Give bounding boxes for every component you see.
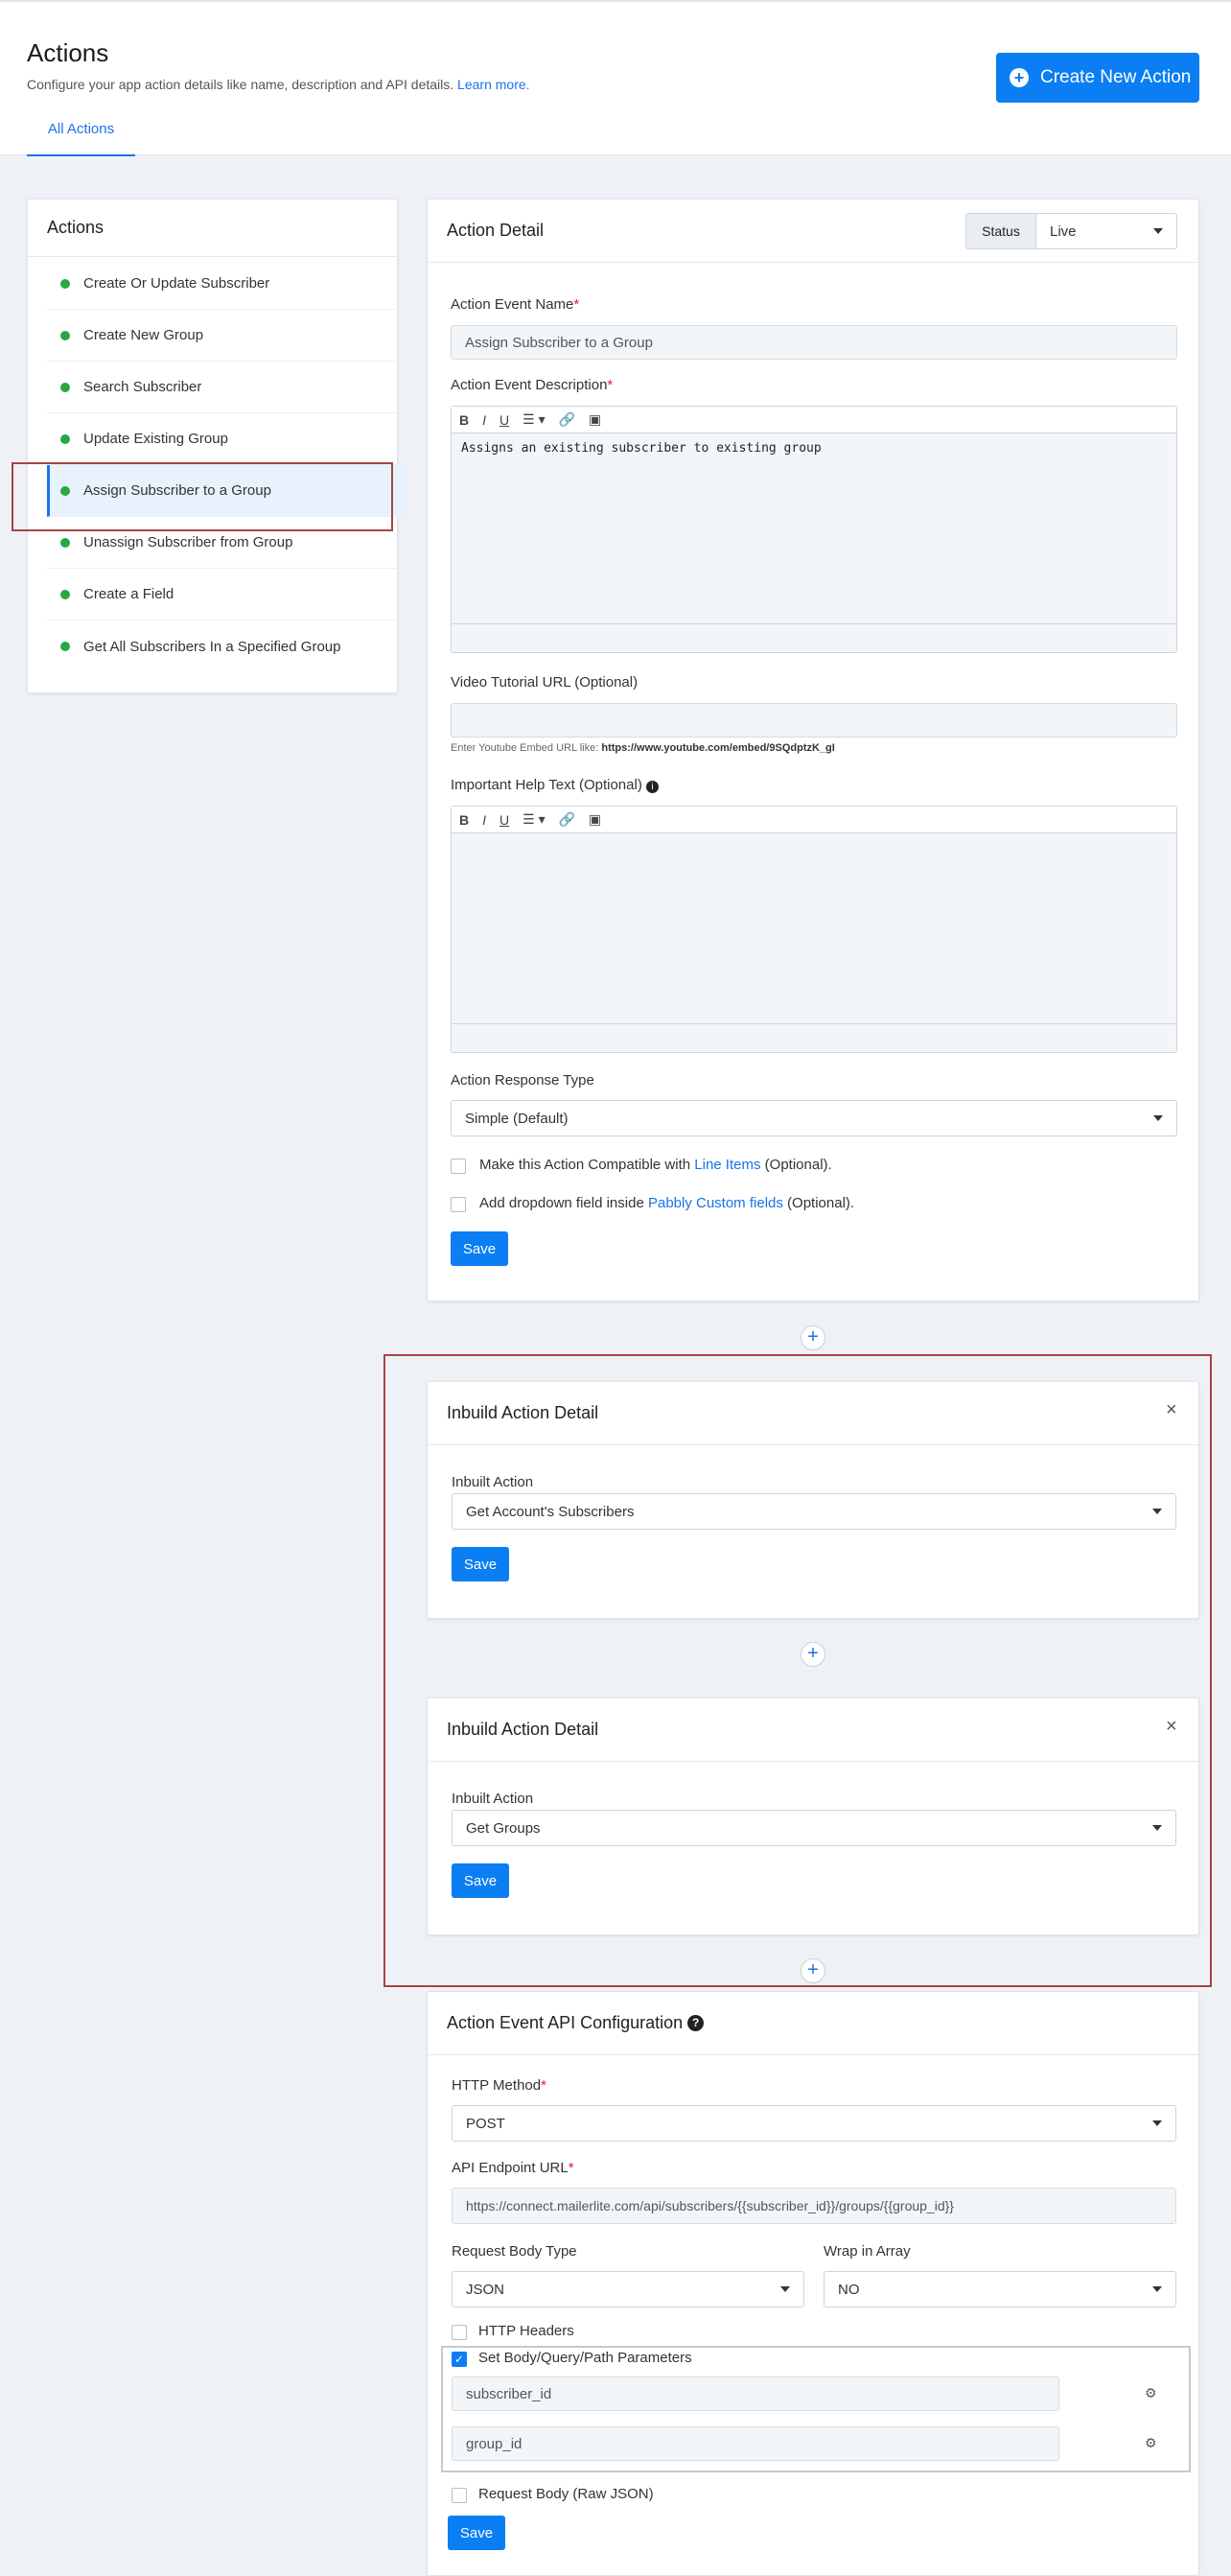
body-type-label: Request Body Type <box>452 2243 577 2260</box>
tab-all-actions[interactable]: All Actions <box>27 119 135 156</box>
status-select[interactable]: Live <box>1035 213 1177 249</box>
learn-more-link[interactable]: Learn more. <box>457 77 529 92</box>
plus-circle-icon: + <box>1010 68 1029 87</box>
highlight-box <box>383 1354 1212 1987</box>
sidebar-item[interactable]: Update Existing Group <box>47 413 406 465</box>
page-title: Actions <box>27 38 109 67</box>
image-icon[interactable]: ▣ <box>589 411 601 428</box>
endpoint-label: API Endpoint URL* <box>452 2160 574 2176</box>
video-url-label: Video Tutorial URL (Optional) <box>451 674 639 691</box>
image-icon[interactable]: ▣ <box>589 811 601 828</box>
status-dot-icon <box>60 433 70 444</box>
sidebar-item[interactable]: Create Or Update Subscriber <box>47 258 406 310</box>
list-icon[interactable]: ☰ ▾ <box>523 411 545 428</box>
save-button[interactable]: Save <box>451 1231 508 1266</box>
event-desc-label: Action Event Description* <box>451 377 614 393</box>
line-items-checkbox[interactable] <box>451 1159 466 1174</box>
editor-toolbar: B I U ☰ ▾ 🔗 ▣ <box>452 407 1176 433</box>
sidebar-item[interactable]: Create a Field <box>47 569 406 621</box>
chevron-down-icon <box>1152 2286 1162 2292</box>
highlight-box <box>12 462 393 531</box>
sidebar-item[interactable]: Get All Subscribers In a Specified Group <box>47 621 406 672</box>
http-headers-text: HTTP Headers <box>478 2323 574 2339</box>
help-text-label: Important Help Text (Optional) i <box>451 777 659 793</box>
endpoint-input[interactable]: https://connect.mailerlite.com/api/subsc… <box>452 2188 1176 2224</box>
event-desc-text[interactable]: Assigns an existing subscriber to existi… <box>452 433 1176 463</box>
underline-icon[interactable]: U <box>499 812 509 828</box>
event-name-label: Action Event Name* <box>451 296 580 313</box>
chevron-down-icon <box>1152 2120 1162 2126</box>
api-config-title: Action Event API Configuration ? <box>428 1992 1198 2055</box>
event-name-input[interactable]: Assign Subscriber to a Group <box>451 325 1177 360</box>
info-icon: i <box>645 781 659 793</box>
http-method-label: HTTP Method* <box>452 2077 546 2094</box>
raw-json-text: Request Body (Raw JSON) <box>478 2486 654 2502</box>
status-dot-icon <box>60 382 70 392</box>
video-url-hint: Enter Youtube Embed URL like: https://ww… <box>451 742 835 754</box>
status-dot-icon <box>60 278 70 289</box>
api-config-card: Action Event API Configuration ? HTTP Me… <box>427 1991 1199 2576</box>
dropdown-field-text: Add dropdown field inside Pabbly Custom … <box>479 1195 855 1211</box>
italic-icon[interactable]: I <box>482 412 486 428</box>
chevron-down-icon <box>1153 1115 1163 1121</box>
action-detail-card: Action Detail Status Live Action Event N… <box>427 199 1199 1301</box>
video-url-input[interactable] <box>451 703 1177 738</box>
http-method-select[interactable]: POST <box>452 2105 1176 2142</box>
pabbly-custom-fields-link[interactable]: Pabbly Custom fields <box>648 1195 783 1211</box>
list-icon[interactable]: ☰ ▾ <box>523 811 545 828</box>
status-dot-icon <box>60 537 70 548</box>
create-new-action-button[interactable]: + Create New Action <box>996 53 1199 103</box>
chevron-down-icon <box>1153 228 1163 234</box>
http-headers-checkbox[interactable] <box>452 2325 467 2340</box>
editor-toolbar: B I U ☰ ▾ 🔗 ▣ <box>452 807 1176 833</box>
line-items-text: Make this Action Compatible with Line It… <box>479 1157 832 1173</box>
link-icon[interactable]: 🔗 <box>559 411 575 428</box>
help-icon: ? <box>687 2015 705 2031</box>
sidebar-item[interactable]: Search Subscriber <box>47 362 406 413</box>
chevron-down-icon <box>780 2286 790 2292</box>
add-step-button[interactable]: + <box>801 1958 825 1983</box>
event-desc-editor[interactable]: B I U ☰ ▾ 🔗 ▣ Assigns an existing subscr… <box>451 406 1177 653</box>
wrap-array-select[interactable]: NO <box>824 2271 1176 2307</box>
status-dot-icon <box>60 330 70 340</box>
save-button[interactable]: Save <box>448 2516 505 2550</box>
body-type-select[interactable]: JSON <box>452 2271 804 2307</box>
page-header: Actions Configure your app action detail… <box>0 0 1231 156</box>
wrap-array-label: Wrap in Array <box>824 2243 911 2260</box>
params-highlight-box <box>441 2346 1191 2472</box>
editor-status-bar <box>452 1023 1176 1052</box>
actions-sidebar: Actions Create Or Update Subscriber Crea… <box>27 199 406 693</box>
raw-json-checkbox[interactable] <box>452 2488 467 2503</box>
bold-icon[interactable]: B <box>459 812 469 828</box>
sidebar-title: Actions <box>28 199 397 257</box>
link-icon[interactable]: 🔗 <box>559 811 575 828</box>
bold-icon[interactable]: B <box>459 412 469 428</box>
status-dot-icon <box>60 589 70 599</box>
add-step-button[interactable]: + <box>801 1325 825 1350</box>
italic-icon[interactable]: I <box>482 812 486 828</box>
status-label: Status <box>965 213 1036 249</box>
page-subtitle: Configure your app action details like n… <box>27 77 530 92</box>
underline-icon[interactable]: U <box>499 412 509 428</box>
line-items-link[interactable]: Line Items <box>694 1157 760 1173</box>
response-type-label: Action Response Type <box>451 1072 594 1089</box>
dropdown-field-checkbox[interactable] <box>451 1197 466 1212</box>
editor-status-bar <box>452 623 1176 652</box>
response-type-select[interactable]: Simple (Default) <box>451 1100 1177 1136</box>
status-dot-icon <box>60 642 70 651</box>
help-text-editor[interactable]: B I U ☰ ▾ 🔗 ▣ <box>451 806 1177 1053</box>
sidebar-item[interactable]: Create New Group <box>47 310 406 362</box>
